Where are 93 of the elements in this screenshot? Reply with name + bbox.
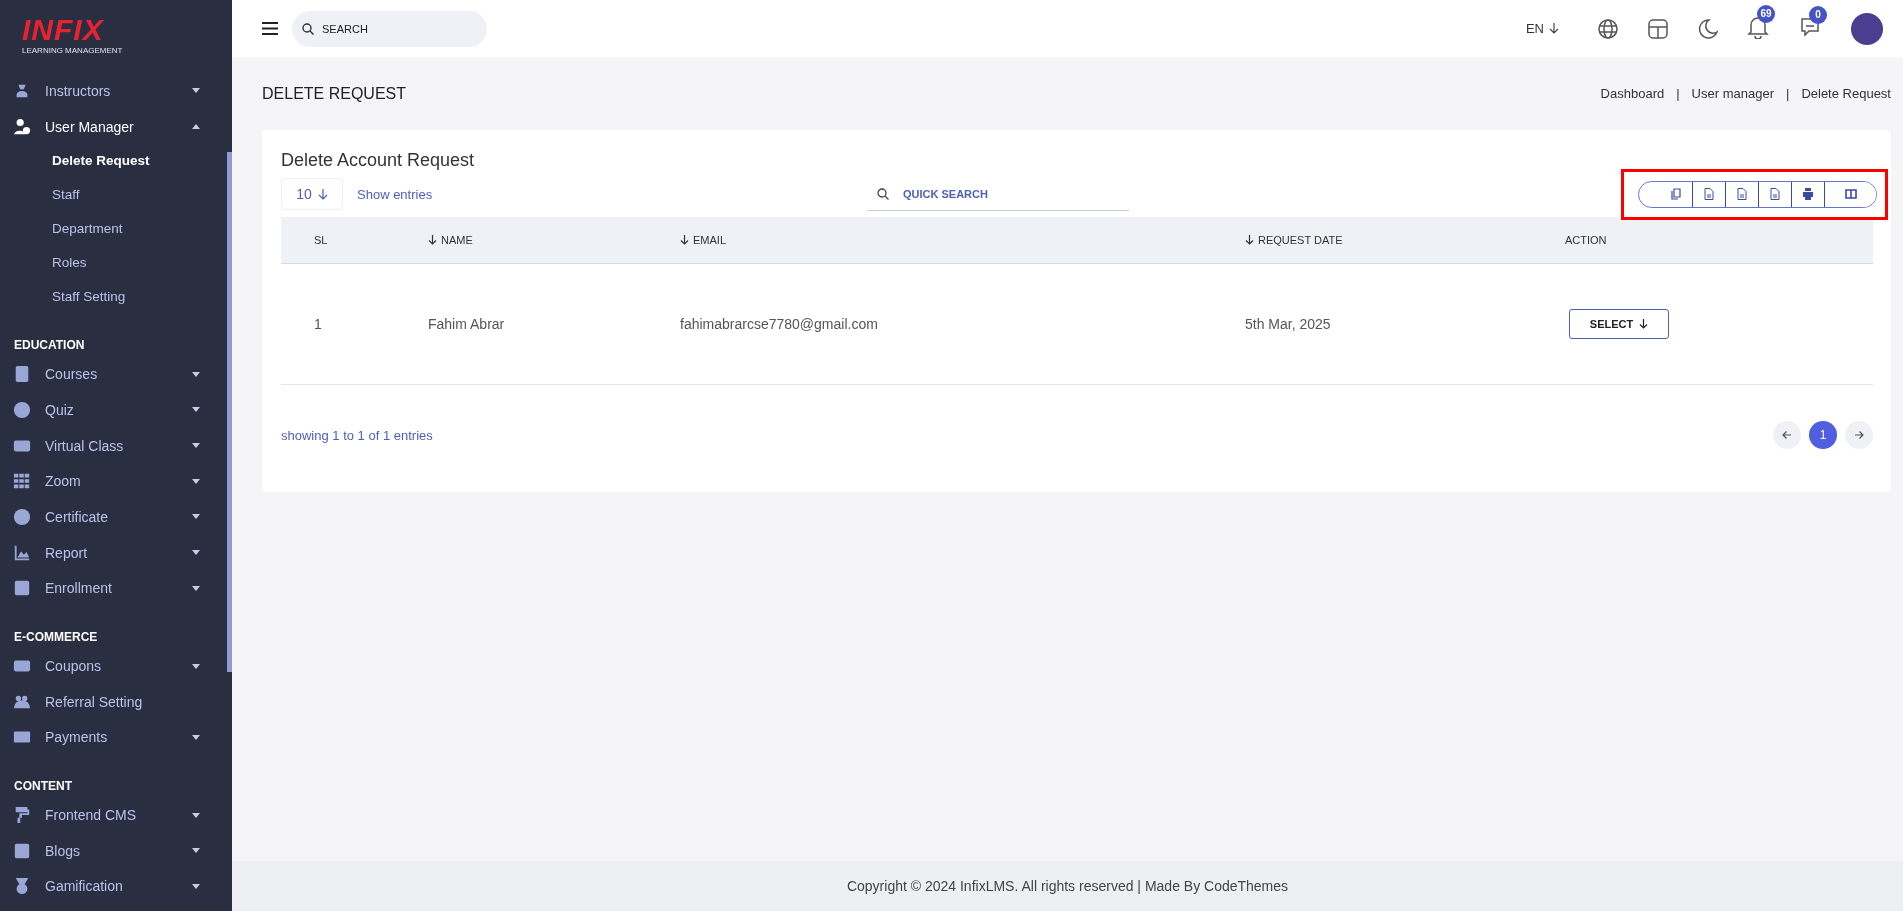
card-title: Delete Account Request bbox=[281, 150, 476, 172]
sort-icon bbox=[1245, 235, 1254, 245]
column-header: SL bbox=[313, 234, 329, 246]
arrow-down-icon bbox=[317, 188, 328, 200]
sidebar-item[interactable]: Coupons bbox=[0, 648, 226, 684]
menu-icon[interactable] bbox=[262, 22, 278, 35]
sidebar-item[interactable]: Instructors bbox=[0, 73, 226, 109]
copyright-text: Copyright © 2024 InfixLMS. All rights reserved | Made By CodeThemes bbox=[846, 878, 1289, 894]
caret-icon bbox=[192, 514, 200, 520]
table-cell-text: fahimabrarcse7780@gmail.com bbox=[680, 316, 879, 332]
sidebar-item[interactable]: Certificate bbox=[0, 499, 226, 535]
sort-icon bbox=[428, 235, 437, 245]
moon-icon[interactable] bbox=[1697, 17, 1719, 40]
entries-dropdown[interactable]: 10 bbox=[281, 178, 343, 210]
breadcrumb-link[interactable]: Dashboard bbox=[1600, 86, 1665, 101]
previous-page-button[interactable] bbox=[1773, 421, 1801, 449]
sidebar-item[interactable]: Enrollment bbox=[0, 570, 226, 607]
sort-icon bbox=[680, 235, 689, 245]
caret-icon bbox=[192, 371, 200, 377]
caret-icon bbox=[192, 478, 200, 484]
avatar[interactable] bbox=[1851, 12, 1883, 45]
table-cell-text: 5th Mar, 2025 bbox=[1245, 316, 1332, 332]
breadcrumb-link[interactable]: User manager bbox=[1691, 86, 1774, 101]
sidebar-item[interactable]: Gamification bbox=[0, 868, 226, 905]
breadcrumb-separator: | bbox=[1676, 86, 1680, 101]
section-heading: CONTENT bbox=[13, 778, 73, 796]
caret-icon bbox=[192, 734, 200, 740]
columns-button[interactable] bbox=[1824, 181, 1876, 207]
printer-icon bbox=[1802, 188, 1814, 200]
roller-icon bbox=[13, 806, 31, 825]
caret-icon bbox=[192, 883, 200, 889]
search-icon bbox=[302, 22, 314, 35]
message-count: 0 bbox=[1809, 5, 1827, 24]
sidebar-item[interactable]: Frontend CMS bbox=[0, 797, 226, 833]
search-icon bbox=[877, 188, 889, 200]
caret-icon bbox=[192, 812, 200, 818]
arrow-down-icon bbox=[1549, 23, 1559, 34]
columns-icon bbox=[1844, 188, 1857, 200]
language-selector[interactable]: EN bbox=[1519, 20, 1565, 37]
breadcrumb-link[interactable]: Delete Request bbox=[1801, 86, 1891, 101]
entries-label: Show entries bbox=[357, 186, 434, 202]
sidebar-item[interactable]: Report bbox=[0, 534, 226, 571]
notification-count: 69 bbox=[1757, 4, 1775, 23]
caret-icon bbox=[192, 124, 200, 130]
column-header[interactable]: REQUEST DATE bbox=[1245, 234, 1565, 246]
submenu-item[interactable]: Department bbox=[0, 212, 226, 247]
caret-icon bbox=[192, 663, 200, 669]
breadcrumb-separator: | bbox=[1786, 86, 1790, 101]
sidebar-item[interactable]: Quiz bbox=[0, 392, 226, 428]
caret-icon bbox=[192, 88, 200, 94]
table-cell-text: 1 bbox=[313, 316, 323, 332]
globe-icon[interactable] bbox=[1597, 17, 1619, 40]
column-header[interactable]: NAME bbox=[428, 234, 680, 246]
column-header[interactable]: EMAIL bbox=[680, 234, 1245, 246]
caret-icon bbox=[192, 848, 200, 854]
page-title: DELETE REQUEST bbox=[262, 84, 407, 103]
sidebar-item[interactable]: Virtual Class bbox=[0, 427, 226, 464]
table-cell-text: Fahim Abrar bbox=[428, 316, 506, 332]
sidebar-item[interactable]: Courses bbox=[0, 356, 226, 393]
section-heading: EDUCATION bbox=[13, 337, 86, 355]
arrow-left-icon bbox=[1782, 430, 1792, 440]
page-button[interactable]: 1 bbox=[1809, 421, 1837, 449]
document-icon bbox=[1769, 188, 1781, 200]
sidebar-item[interactable]: Zoom bbox=[0, 463, 226, 500]
document-icon bbox=[1703, 188, 1715, 200]
search-field[interactable]: SEARCH bbox=[292, 10, 487, 47]
submenu-item[interactable]: Staff bbox=[0, 178, 226, 213]
arrow-down-icon bbox=[1639, 319, 1649, 329]
submenu-item[interactable]: Staff Setting bbox=[0, 280, 226, 315]
section-heading: E-COMMERCE bbox=[13, 629, 99, 647]
arrow-right-icon bbox=[1854, 430, 1864, 440]
sidebar-item[interactable]: Referral Setting bbox=[0, 683, 226, 720]
caret-icon bbox=[192, 585, 200, 591]
chart-icon bbox=[13, 543, 31, 562]
layout-icon[interactable] bbox=[1647, 17, 1669, 40]
document-icon bbox=[1736, 188, 1748, 200]
sidebar-item[interactable]: User Manager bbox=[0, 108, 226, 145]
column-header: ACTION bbox=[1565, 234, 1608, 246]
document-icon bbox=[1669, 188, 1682, 200]
sidebar-item[interactable]: Payments bbox=[0, 719, 226, 756]
grid-icon bbox=[13, 472, 31, 491]
scrollbar[interactable] bbox=[227, 152, 232, 672]
sidebar-item[interactable]: Blogs bbox=[0, 832, 226, 869]
caret-icon bbox=[192, 443, 200, 449]
submenu-item[interactable]: Delete Request bbox=[0, 144, 226, 179]
logo[interactable]: INFIX LEARNING MANAGEMENT bbox=[0, 2, 120, 73]
select-dropdown[interactable]: SELECT bbox=[1569, 309, 1669, 339]
next-page-button[interactable] bbox=[1845, 421, 1873, 449]
entries-summary: showing 1 to 1 of 1 entries bbox=[281, 427, 433, 443]
medal-icon bbox=[13, 877, 31, 896]
caret-icon bbox=[192, 550, 200, 556]
caret-icon bbox=[192, 407, 200, 413]
submenu-item[interactable]: Roles bbox=[0, 246, 226, 281]
